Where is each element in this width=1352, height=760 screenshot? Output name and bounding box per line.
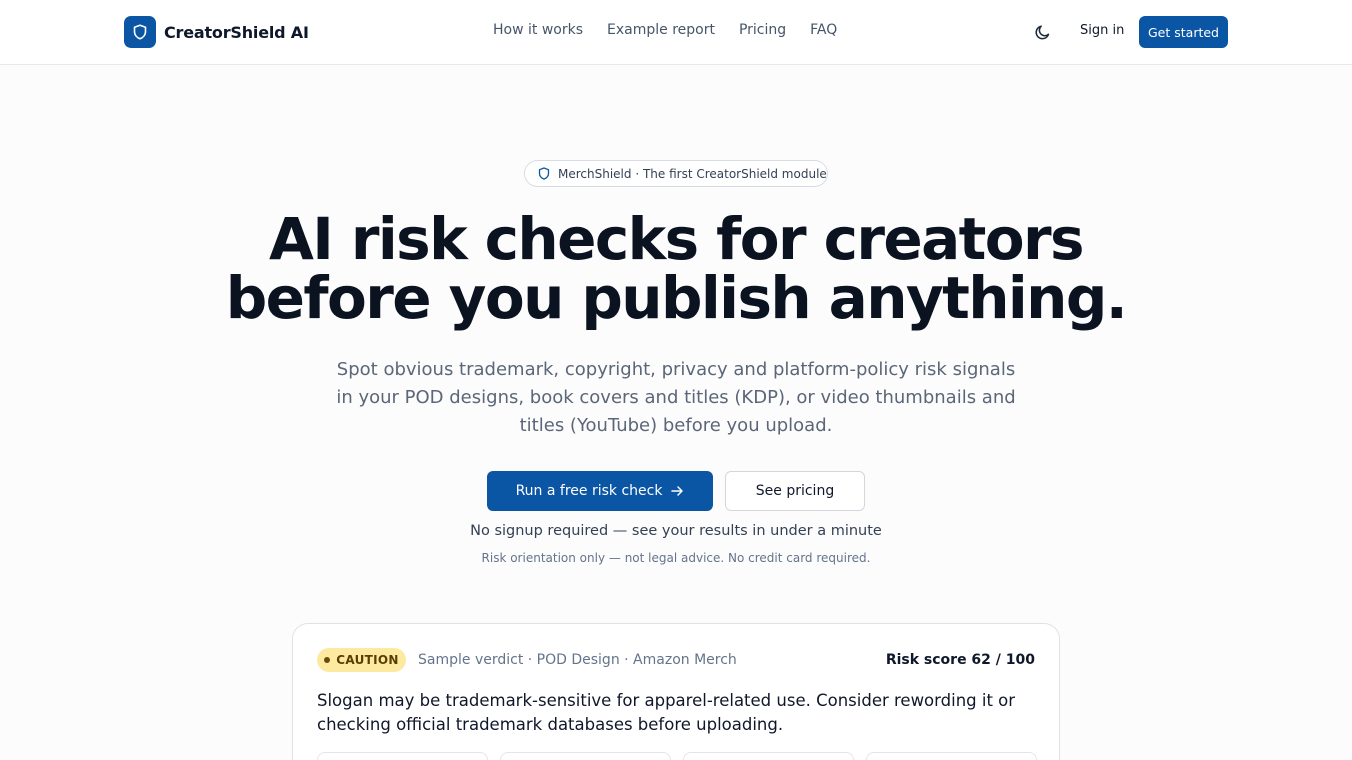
verdict-label: CAUTION [336, 653, 399, 667]
nav-example-report[interactable]: Example report [607, 22, 715, 38]
sample-meta: Sample verdict · POD Design · Amazon Mer… [418, 652, 737, 668]
signal-card [866, 752, 1037, 760]
hero-title-line-2: before you publish anything. [225, 264, 1128, 332]
hero-title-line-1: AI risk checks for creators [269, 205, 1085, 273]
brand[interactable]: CreatorShield AI [124, 16, 309, 48]
cta-primary-label: Run a free risk check [515, 483, 663, 499]
sample-verdict-card: CAUTION Sample verdict · POD Design · Am… [292, 623, 1060, 760]
hero-title: AI risk checks for creators before you p… [0, 210, 1352, 328]
risk-score: Risk score 62 / 100 [885, 652, 1035, 668]
shield-icon [124, 16, 156, 48]
status-dot-icon [324, 657, 331, 663]
signal-card [317, 752, 488, 760]
no-signup-note: No signup required — see your results in… [470, 523, 882, 539]
signal-card [500, 752, 671, 760]
get-started-button[interactable]: Get started [1139, 16, 1228, 48]
main-nav: How it works Example report Pricing FAQ [493, 22, 837, 38]
badge-label: MerchShield · The first CreatorShield mo… [558, 166, 827, 181]
nav-how-it-works[interactable]: How it works [493, 22, 583, 38]
shield-icon [538, 167, 550, 180]
arrow-right-icon [671, 486, 684, 496]
hero-subtitle: Spot obvious trademark, copyright, priva… [336, 359, 1016, 436]
verdict-description: Slogan may be trademark-sensitive for ap… [317, 691, 1016, 734]
nav-faq[interactable]: FAQ [810, 22, 837, 38]
site-header: CreatorShield AI How it works Example re… [0, 0, 1352, 65]
signal-card [683, 752, 854, 760]
moon-icon[interactable] [1033, 22, 1053, 42]
sign-in-link[interactable]: Sign in [1080, 23, 1124, 38]
signal-cards [317, 752, 1037, 760]
run-free-risk-check-button[interactable]: Run a free risk check [487, 471, 713, 511]
nav-pricing[interactable]: Pricing [739, 22, 786, 38]
see-pricing-button[interactable]: See pricing [725, 471, 865, 511]
disclaimer-note: Risk orientation only — not legal advice… [481, 551, 871, 565]
verdict-badge: CAUTION [317, 648, 406, 672]
module-badge: MerchShield · The first CreatorShield mo… [524, 160, 828, 187]
brand-name: CreatorShield AI [164, 22, 309, 42]
